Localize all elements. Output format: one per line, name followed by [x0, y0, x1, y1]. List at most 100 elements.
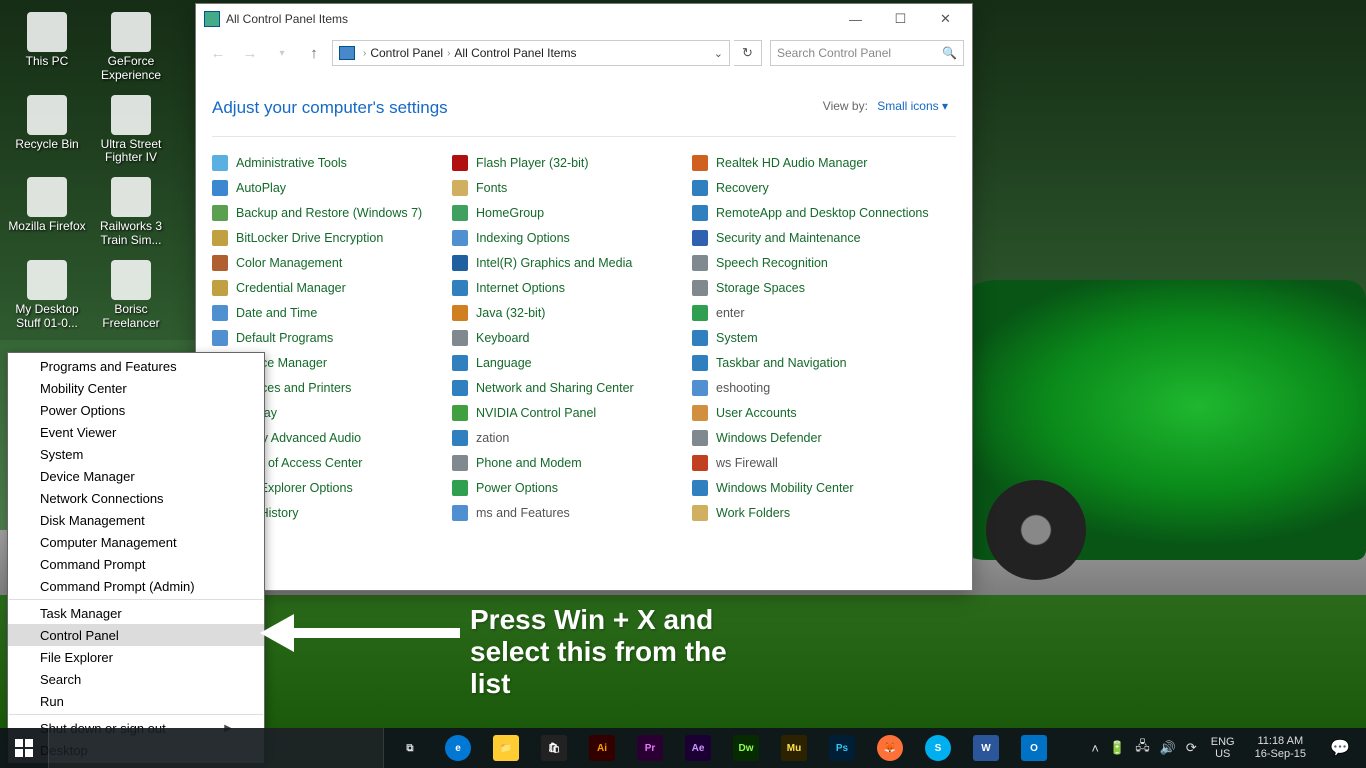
- taskbar-adobe-dw[interactable]: Dw: [722, 728, 770, 768]
- control-panel-item[interactable]: ws Firewall: [692, 453, 932, 472]
- clock[interactable]: 11:18 AM16-Sep-15: [1247, 735, 1314, 761]
- desktop-icon[interactable]: GeForce Experience: [91, 12, 171, 83]
- winx-programs-and-features[interactable]: Programs and Features: [8, 355, 264, 377]
- taskbar-adobe-mu[interactable]: Mu: [770, 728, 818, 768]
- control-panel-item[interactable]: RemoteApp and Desktop Connections: [692, 203, 932, 222]
- winx-device-manager[interactable]: Device Manager: [8, 465, 264, 487]
- control-panel-item[interactable]: NVIDIA Control Panel: [452, 403, 692, 422]
- control-panel-item[interactable]: Realtek HD Audio Manager: [692, 153, 932, 172]
- control-panel-item[interactable]: User Accounts: [692, 403, 932, 422]
- up-button[interactable]: ↑: [300, 39, 328, 67]
- winx-disk-management[interactable]: Disk Management: [8, 509, 264, 531]
- taskbar-adobe-ps[interactable]: Ps: [818, 728, 866, 768]
- language-indicator[interactable]: ENGUS: [1205, 736, 1241, 760]
- winx-file-explorer[interactable]: File Explorer: [8, 646, 264, 668]
- taskbar-search[interactable]: [48, 728, 384, 768]
- desktop-icon[interactable]: Railworks 3 Train Sim...: [91, 177, 171, 248]
- refresh-button[interactable]: ↻: [734, 40, 762, 66]
- control-panel-item[interactable]: Internet Options: [452, 278, 692, 297]
- maximize-button[interactable]: ☐: [878, 5, 923, 33]
- taskbar-edge[interactable]: e: [434, 728, 482, 768]
- taskbar-word[interactable]: W: [962, 728, 1010, 768]
- control-panel-item[interactable]: Taskbar and Navigation: [692, 353, 932, 372]
- winx-command-prompt[interactable]: Command Prompt: [8, 553, 264, 575]
- recent-button[interactable]: ▾: [268, 39, 296, 67]
- winx-network-connections[interactable]: Network Connections: [8, 487, 264, 509]
- taskbar-outlook[interactable]: O: [1010, 728, 1058, 768]
- control-panel-item[interactable]: ms and Features: [452, 503, 692, 522]
- desktop-icon[interactable]: Mozilla Firefox: [7, 177, 87, 234]
- winx-task-manager[interactable]: Task Manager: [8, 602, 264, 624]
- control-panel-item[interactable]: HomeGroup: [452, 203, 692, 222]
- desktop-icon[interactable]: Ultra Street Fighter IV: [91, 95, 171, 166]
- taskbar-task-view[interactable]: ⧉: [386, 728, 434, 768]
- desktop-icon[interactable]: Recycle Bin: [7, 95, 87, 152]
- control-panel-item[interactable]: Date and Time: [212, 303, 452, 322]
- start-button[interactable]: [0, 728, 48, 768]
- close-button[interactable]: ✕: [923, 5, 968, 33]
- control-panel-item[interactable]: Network and Sharing Center: [452, 378, 692, 397]
- breadcrumb-all-items[interactable]: All Control Panel Items: [454, 46, 576, 60]
- taskbar-firefox[interactable]: 🦊: [866, 728, 914, 768]
- control-panel-item[interactable]: eshooting: [692, 378, 932, 397]
- sync-icon[interactable]: ⟳: [1184, 740, 1199, 756]
- winx-system[interactable]: System: [8, 443, 264, 465]
- control-panel-item[interactable]: Storage Spaces: [692, 278, 932, 297]
- control-panel-item[interactable]: AutoPlay: [212, 178, 452, 197]
- control-panel-item[interactable]: Windows Defender: [692, 428, 932, 447]
- control-panel-item[interactable]: Speech Recognition: [692, 253, 932, 272]
- address-dropdown-icon[interactable]: ⌄: [714, 47, 723, 60]
- control-panel-item[interactable]: Windows Mobility Center: [692, 478, 932, 497]
- control-panel-item[interactable]: Indexing Options: [452, 228, 692, 247]
- taskbar-adobe-pr[interactable]: Pr: [626, 728, 674, 768]
- control-panel-item[interactable]: Recovery: [692, 178, 932, 197]
- titlebar[interactable]: All Control Panel Items — ☐ ✕: [196, 4, 972, 34]
- control-panel-item[interactable]: Flash Player (32-bit): [452, 153, 692, 172]
- control-panel-item[interactable]: Java (32-bit): [452, 303, 692, 322]
- control-panel-item[interactable]: Backup and Restore (Windows 7): [212, 203, 452, 222]
- taskbar-adobe-ae[interactable]: Ae: [674, 728, 722, 768]
- tray-chevron-icon[interactable]: ˄: [1089, 741, 1101, 756]
- winx-power-options[interactable]: Power Options: [8, 399, 264, 421]
- winx-computer-management[interactable]: Computer Management: [8, 531, 264, 553]
- control-panel-item[interactable]: Work Folders: [692, 503, 932, 522]
- control-panel-item[interactable]: Credential Manager: [212, 278, 452, 297]
- control-panel-item[interactable]: enter: [692, 303, 932, 322]
- control-panel-item[interactable]: Color Management: [212, 253, 452, 272]
- desktop-icon[interactable]: This PC: [7, 12, 87, 69]
- control-panel-item[interactable]: Fonts: [452, 178, 692, 197]
- control-panel-item[interactable]: Language: [452, 353, 692, 372]
- winx-event-viewer[interactable]: Event Viewer: [8, 421, 264, 443]
- forward-button[interactable]: →: [236, 39, 264, 67]
- search-input[interactable]: Search Control Panel 🔍: [770, 40, 964, 66]
- address-bar[interactable]: › Control Panel › All Control Panel Item…: [332, 40, 730, 66]
- control-panel-item[interactable]: Administrative Tools: [212, 153, 452, 172]
- action-center-icon[interactable]: 💬: [1320, 728, 1360, 768]
- network-icon[interactable]: 🖧: [1133, 737, 1152, 759]
- volume-icon[interactable]: 🔊: [1158, 740, 1178, 756]
- winx-control-panel[interactable]: Control Panel: [8, 624, 264, 646]
- back-button[interactable]: ←: [204, 39, 232, 67]
- taskbar-adobe-ai[interactable]: Ai: [578, 728, 626, 768]
- taskbar-skype[interactable]: S: [914, 728, 962, 768]
- control-panel-item[interactable]: Security and Maintenance: [692, 228, 932, 247]
- control-panel-item[interactable]: Default Programs: [212, 328, 452, 347]
- control-panel-item[interactable]: Keyboard: [452, 328, 692, 347]
- control-panel-item[interactable]: zation: [452, 428, 692, 447]
- taskbar-store[interactable]: 🛍: [530, 728, 578, 768]
- winx-command-prompt-admin-[interactable]: Command Prompt (Admin): [8, 575, 264, 597]
- desktop-icon[interactable]: Borisc Freelancer: [91, 260, 171, 331]
- control-panel-item[interactable]: Phone and Modem: [452, 453, 692, 472]
- winx-search[interactable]: Search: [8, 668, 264, 690]
- control-panel-item[interactable]: Power Options: [452, 478, 692, 497]
- winx-mobility-center[interactable]: Mobility Center: [8, 377, 264, 399]
- minimize-button[interactable]: —: [833, 5, 878, 33]
- desktop-icon[interactable]: My Desktop Stuff 01-0...: [7, 260, 87, 331]
- control-panel-item[interactable]: Intel(R) Graphics and Media: [452, 253, 692, 272]
- control-panel-item[interactable]: BitLocker Drive Encryption: [212, 228, 452, 247]
- winx-run[interactable]: Run: [8, 690, 264, 712]
- battery-icon[interactable]: 🔋: [1107, 740, 1127, 756]
- control-panel-item[interactable]: System: [692, 328, 932, 347]
- viewby-dropdown[interactable]: Small icons ▾: [877, 99, 948, 113]
- taskbar-file-explorer[interactable]: 📁: [482, 728, 530, 768]
